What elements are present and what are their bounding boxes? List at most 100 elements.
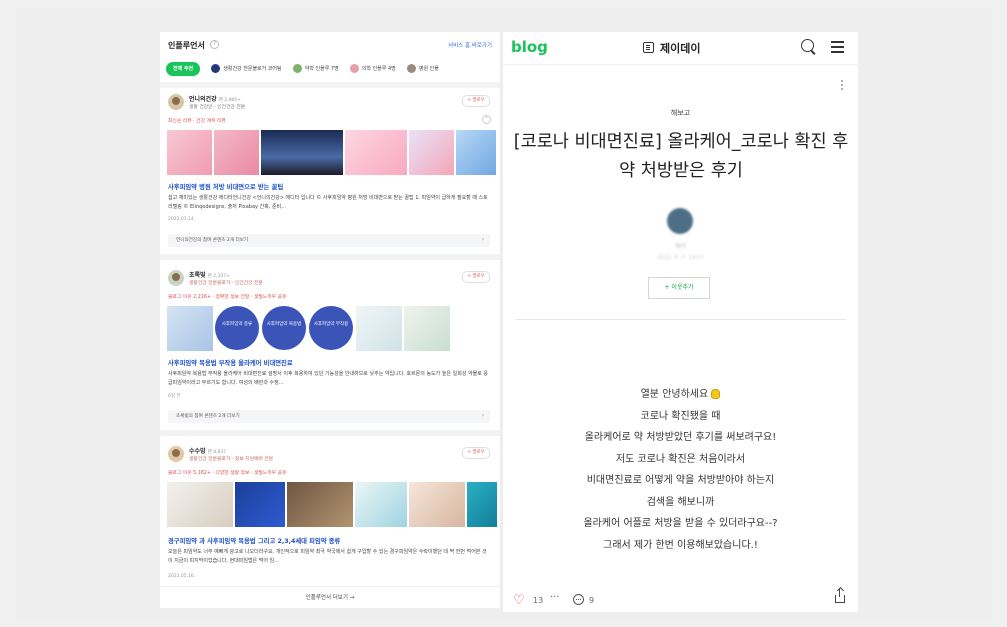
author-name[interactable]: 초록빛 팬 2,307+ <box>189 270 230 279</box>
more-dots-icon[interactable]: ··· <box>550 592 560 603</box>
more-options-icon[interactable] <box>841 80 843 82</box>
thumbnail[interactable] <box>404 306 450 351</box>
share-icon[interactable] <box>835 588 845 603</box>
search-icon[interactable] <box>801 39 814 52</box>
tab-health-blogger[interactable]: 생활건강 전문블로거 코어팀 <box>211 62 282 76</box>
post-snippet: 오늘은 피임약도 너무 예뻐게 광고로 나오더라구요. 개인적으로 피임약 최극… <box>168 549 487 564</box>
tab-all[interactable]: 전체 추천 <box>166 62 201 76</box>
post-title-link[interactable]: 사후피임약 병원 처방 비대면으로 받는 꿀팁 <box>168 182 283 191</box>
person-icon <box>292 64 302 73</box>
section-divider <box>160 430 500 436</box>
person-icon <box>406 64 416 73</box>
avatar[interactable] <box>168 270 184 286</box>
post-title-link[interactable]: 경구피임약 과 사후피임약 복용법 그리고 2,3,4세대 피임약 종류 <box>168 536 340 545</box>
related-content-link[interactable]: 초록빛의 참여 콘텐츠 2개 더보기 › <box>168 410 490 423</box>
post-date: 2022.03.14. <box>168 217 196 222</box>
like-count: 13 <box>533 596 544 605</box>
thumbnail[interactable]: 사후피임약 복용법 <box>262 306 306 350</box>
related-content-link[interactable]: 언니의건강의 참여 콘텐츠 2개 더보기 › <box>168 234 490 247</box>
chevron-right-icon: › <box>481 236 484 243</box>
post-date: 2022.05.16. <box>168 574 196 579</box>
body-line: 코로나 확진됐을 때 <box>640 410 721 422</box>
thumbnail[interactable] <box>287 482 353 527</box>
thumbnail[interactable] <box>467 482 497 527</box>
influencer-search-panel: 인플루언서 ? 서비스 홈 바로가기 전체 추천 생활건강 전문블로거 코어팀 … <box>160 32 500 608</box>
thumbnail-strip[interactable] <box>167 130 497 175</box>
badge-icon <box>211 64 221 73</box>
tab-pharmacy[interactable]: 약학 인플루 7명 <box>292 62 339 76</box>
author-row: 언니의건강 팬 2,985+ 생활 건강인 · 인간건강 전문 + 팔로우 <box>168 94 494 116</box>
tags-line: 블로그 이웃 2,216+ · 정확한 정보 전달 · 생필느끼우 공유 <box>168 295 287 300</box>
thumbnail[interactable] <box>235 482 285 527</box>
help-icon[interactable]: ? <box>210 40 219 49</box>
tags-line: 최신순 리뷰 · 건강 계획 리뷰 <box>168 119 226 124</box>
writer-name[interactable]: 제이 <box>503 241 858 250</box>
content-divider <box>515 319 846 320</box>
result-card: 수수밍 팬 8,837 생활건강 전문블로거 · 정보 지원에버 전문 + 팔로… <box>160 440 500 586</box>
blog-book-icon <box>643 42 654 53</box>
body-line: 열분 안녕하세요 <box>503 384 858 406</box>
body-line: 저도 코로나 확진은 처음이라서 <box>615 453 746 465</box>
waving-hand-icon <box>711 389 721 399</box>
thumbnail[interactable] <box>456 130 496 175</box>
thumbnail[interactable] <box>261 130 343 175</box>
blog-post-panel: blog 제이데이 해보고 [코로나 비대면진료] 올라케어_코로나 확진 후 … <box>503 32 858 612</box>
tab-medical[interactable]: 의학 인플루 4명 <box>349 62 396 76</box>
author-name[interactable]: 수수밍 팬 8,837 <box>189 446 226 455</box>
body-line: 올라케어로 약 처방받았던 후기를 써보려구요! <box>584 432 777 443</box>
chevron-right-icon: › <box>481 412 484 419</box>
blog-logo[interactable]: blog <box>511 38 548 56</box>
post-body: 열분 안녕하세요 코로나 확진됐을 때 올라케어로 약 처방받았던 후기를 써보… <box>503 384 858 556</box>
follow-button[interactable]: + 팔로우 <box>462 95 490 107</box>
result-card: 초록빛 팬 2,307+ 생활건강 전문블로거 · 인간건강 전문 + 팔로우 … <box>160 264 500 440</box>
post-date: 6일 전 <box>168 394 181 399</box>
blog-header: blog 제이데이 <box>503 32 858 65</box>
influencer-tabs: 전체 추천 생활건강 전문블로거 코어팀 약학 인플루 7명 의학 인플루 4명… <box>166 62 500 76</box>
thumbnail[interactable] <box>355 482 407 527</box>
comment-count: 9 <box>589 596 595 605</box>
comment-icon[interactable] <box>573 594 584 605</box>
add-neighbor-button[interactable]: + 이웃추가 <box>648 277 710 299</box>
tags-line: 블로그 이웃 5,182+ · 다양한 생활 정보 · 생필느끼우 공유 <box>168 471 287 476</box>
thumbnail[interactable] <box>167 482 233 527</box>
post-category[interactable]: 해보고 <box>503 108 858 118</box>
thumbnail[interactable] <box>356 306 402 351</box>
author-row: 초록빛 팬 2,307+ 생활건강 전문블로거 · 인간건강 전문 + 팔로우 <box>168 270 494 292</box>
thumbnail[interactable] <box>214 130 259 175</box>
service-home-link[interactable]: 서비스 홈 바로가기 <box>448 41 492 49</box>
author-name[interactable]: 언니의건강 팬 2,985+ <box>189 94 241 103</box>
medical-icon <box>349 64 359 73</box>
result-card: 언니의건강 팬 2,985+ 생활 건강인 · 인간건강 전문 + 팔로우 최신… <box>160 88 500 264</box>
chevron-up-icon[interactable]: ⌃ <box>482 115 491 124</box>
thumbnail[interactable]: 사후피임약 부작용 <box>309 306 353 350</box>
post-snippet: 쉽고 재미있는 생활건강 에디터언니건강 <언니의건강> 에디터 입니다 © 사… <box>168 195 488 210</box>
thumbnail[interactable]: 사후피임약 종류 <box>215 306 259 350</box>
influencer-title: 인플루언서 <box>168 41 205 50</box>
blog-name[interactable]: 제이데이 <box>660 40 700 56</box>
post-title-link[interactable]: 사후피임약 복용법 부작용 올라케어 비대면진료 <box>168 358 293 367</box>
avatar[interactable] <box>168 94 184 110</box>
avatar[interactable] <box>667 208 693 234</box>
more-influencers-button[interactable]: 인플루언서 더보기 → <box>160 586 500 608</box>
heart-icon[interactable]: ♡ <box>513 594 525 607</box>
thumbnail[interactable] <box>167 306 213 351</box>
thumbnail[interactable] <box>345 130 407 175</box>
follow-button[interactable]: + 팔로우 <box>462 447 490 459</box>
thumbnail-strip[interactable] <box>167 482 497 527</box>
menu-icon[interactable] <box>831 41 844 43</box>
thumbnail[interactable] <box>409 130 454 175</box>
author-meta: 생활 건강인 · 인간건강 전문 <box>189 105 246 110</box>
body-line: 비대면진료로 어떻게 약을 처방받아야 하는지 <box>586 475 775 486</box>
avatar[interactable] <box>168 446 184 462</box>
section-divider <box>160 254 500 260</box>
post-snippet: 사후피임약 복용법 부작용 올라케어 비대면진료 설명서 이후 복용하여 있던 … <box>168 371 489 386</box>
body-line: 그래서 제가 한번 이용해보았습니다.! <box>603 539 758 551</box>
author-row: 수수밍 팬 8,837 생활건강 전문블로거 · 정보 지원에버 전문 + 팔로… <box>168 446 494 468</box>
influencer-header: 인플루언서 ? 서비스 홈 바로가기 <box>160 32 500 58</box>
post-date: 2022. 4. 7. 19:07 <box>656 255 705 261</box>
thumbnail[interactable] <box>409 482 465 527</box>
follow-button[interactable]: + 팔로우 <box>462 271 490 283</box>
tab-hospital[interactable]: 병원 인플 <box>406 62 439 76</box>
thumbnail[interactable] <box>167 130 212 175</box>
thumbnail-strip[interactable]: 사후피임약 종류 사후피임약 복용법 사후피임약 부작용 <box>167 306 497 351</box>
